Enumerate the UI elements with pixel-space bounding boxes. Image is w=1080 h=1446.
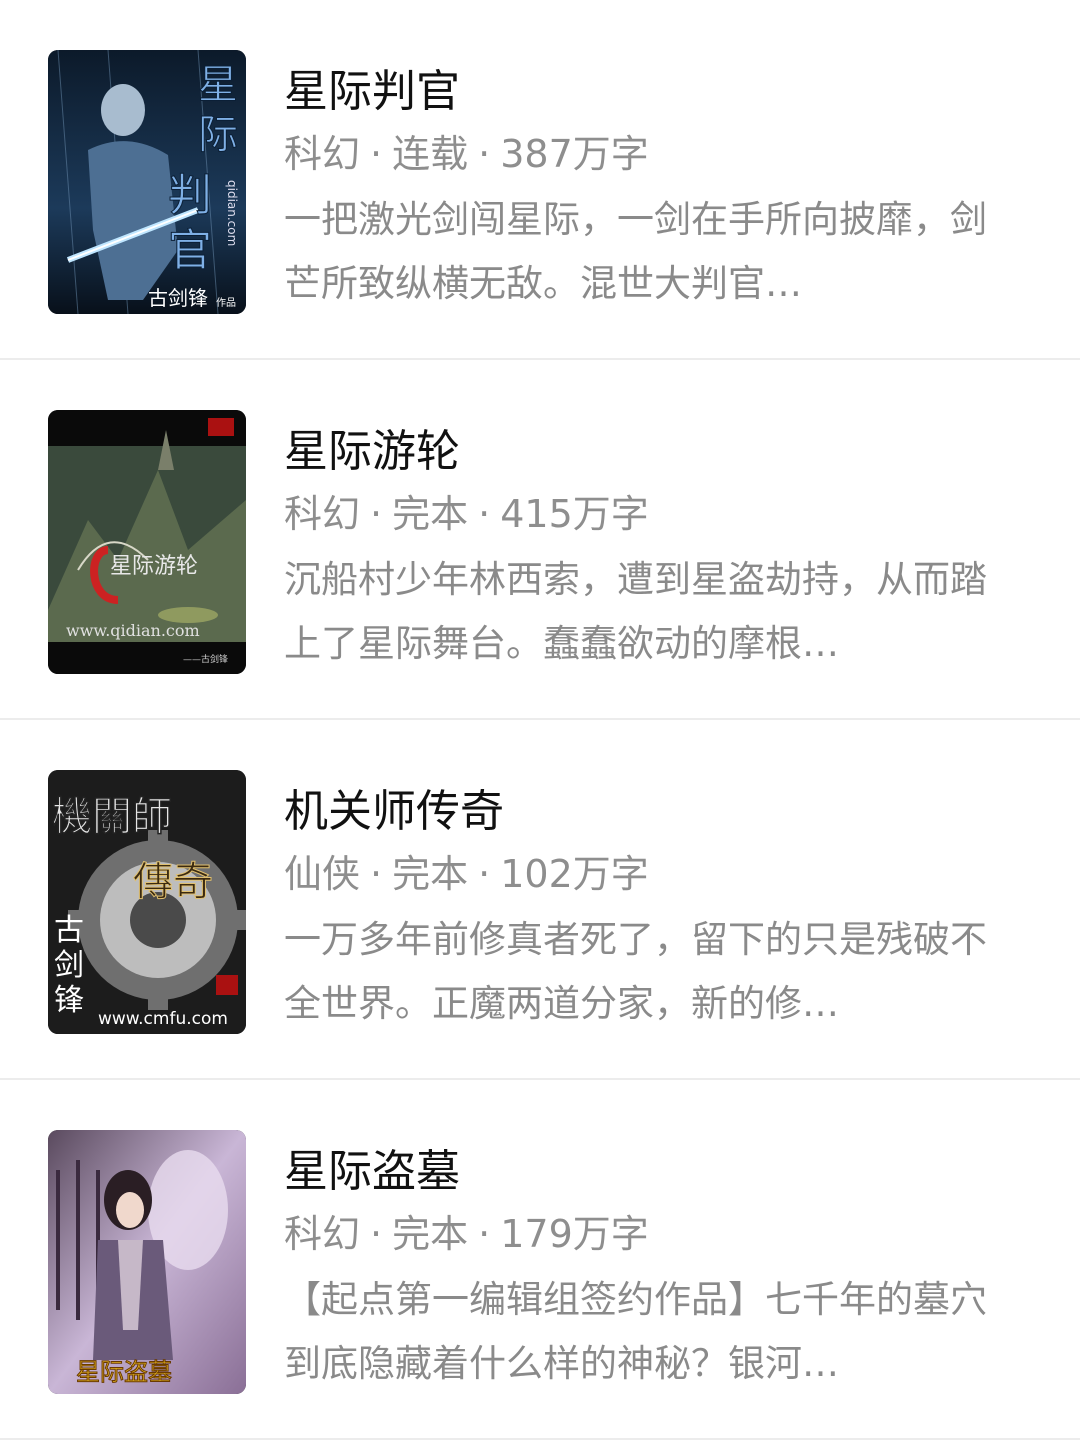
cover-site: qidian.com: [225, 180, 239, 246]
cover-subtitle: 傳奇: [133, 859, 213, 905]
meta-separator: ·: [370, 492, 383, 536]
cover-title-char: 判: [168, 170, 212, 221]
book-meta: 科幻 · 完本 · 179万字: [284, 1206, 1004, 1262]
book-word-count: 102万字: [500, 852, 649, 896]
cover-art-starcruiser: 星际游轮 www.qidian.com ——古剑锋: [48, 410, 246, 674]
book-item[interactable]: 機關師 傳奇 古 剑 锋 www.cmfu.com 机关师传奇 仙侠 · 完本 · 10…: [0, 720, 1080, 1080]
meta-separator: ·: [370, 132, 383, 176]
book-description: 一万多年前修真者死了，留下的只是残破不全世界。正魔两道分家，新的修…: [284, 918, 987, 1025]
book-word-count: 387万字: [500, 132, 649, 176]
cover-title: 星际游轮: [110, 554, 198, 579]
book-word-count: 415万字: [500, 492, 649, 536]
cover-author-char: 剑: [54, 948, 84, 983]
cover-site: www.qidian.com: [66, 621, 200, 640]
cover-title: 機關師: [52, 794, 172, 840]
cover-author-suffix: 作品: [216, 297, 236, 309]
book-cover[interactable]: 星际盗墓: [48, 1130, 246, 1394]
book-meta: 科幻 · 连载 · 387万字: [284, 126, 1004, 182]
book-genre: 科幻: [284, 132, 361, 176]
book-item[interactable]: 星际游轮 www.qidian.com ——古剑锋 星际游轮 科幻 · 完本 · 415…: [0, 360, 1080, 720]
book-word-count: 179万字: [500, 1212, 649, 1256]
book-list: 星 际 判 官 qidian.com 古剑锋 作品 星际判官 科幻 · 连载 · 387…: [0, 0, 1080, 1440]
meta-separator: ·: [478, 132, 491, 176]
cover-title-char: 官: [168, 225, 212, 276]
cover-title: 星际盗墓: [76, 1358, 172, 1386]
book-info: 机关师传奇 仙侠 · 完本 · 102万字 一万多年前修真者死了，留下的只是残破不全世界…: [284, 782, 1004, 1036]
book-info: 星际盗墓 科幻 · 完本 · 179万字 【起点第一编辑组签约作品】七千年的墓穴到底隐藏…: [284, 1142, 1004, 1396]
book-cover[interactable]: 星际游轮 www.qidian.com ——古剑锋: [48, 410, 246, 674]
book-meta: 仙侠 · 完本 · 102万字: [284, 846, 1004, 902]
cover-author: ——古剑锋: [183, 653, 228, 665]
book-title[interactable]: 星际盗墓: [284, 1142, 1004, 1202]
book-title[interactable]: 星际游轮: [284, 422, 1004, 482]
cover-art-mechanist: 機關師 傳奇 古 剑 锋 www.cmfu.com: [48, 770, 246, 1034]
book-description: 【起点第一编辑组签约作品】七千年的墓穴到底隐藏着什么样的神秘？银河…: [284, 1278, 987, 1385]
book-status: 完本: [392, 492, 469, 536]
book-item[interactable]: 星 际 判 官 qidian.com 古剑锋 作品 星际判官 科幻 · 连载 · 387…: [0, 0, 1080, 360]
meta-separator: ·: [370, 852, 383, 896]
book-title[interactable]: 星际判官: [284, 62, 1004, 122]
cover-author-char: 锋: [54, 983, 84, 1018]
book-status: 连载: [392, 132, 469, 176]
book-status: 完本: [392, 852, 469, 896]
cover-author: 古剑锋: [148, 286, 208, 310]
cover-art-starjudge: 星 际 判 官 qidian.com 古剑锋 作品: [48, 50, 246, 314]
book-genre: 科幻: [284, 1212, 361, 1256]
cover-title-char: 星: [198, 62, 238, 108]
meta-separator: ·: [370, 1212, 383, 1256]
book-info: 星际判官 科幻 · 连载 · 387万字 一把激光剑闯星际，一剑在手所向披靡，剑芒所致纵…: [284, 62, 1004, 316]
meta-separator: ·: [478, 1212, 491, 1256]
book-info: 星际游轮 科幻 · 完本 · 415万字 沉船村少年林西索，遭到星盗劫持，从而踏上了星际…: [284, 422, 1004, 676]
book-genre: 科幻: [284, 492, 361, 536]
book-genre: 仙侠: [284, 852, 361, 896]
cover-site: www.cmfu.com: [98, 1009, 228, 1029]
book-description: 沉船村少年林西索，遭到星盗劫持，从而踏上了星际舞台。蠢蠢欲动的摩根…: [284, 558, 987, 665]
meta-separator: ·: [478, 492, 491, 536]
book-title[interactable]: 机关师传奇: [284, 782, 1004, 842]
meta-separator: ·: [478, 852, 491, 896]
book-meta: 科幻 · 完本 · 415万字: [284, 486, 1004, 542]
cover-art-tombraider: 星际盗墓: [48, 1130, 246, 1394]
cover-title-char: 际: [198, 112, 238, 158]
cover-author-char: 古: [54, 913, 84, 948]
book-cover[interactable]: 機關師 傳奇 古 剑 锋 www.cmfu.com: [48, 770, 246, 1034]
book-item[interactable]: 星际盗墓 星际盗墓 科幻 · 完本 · 179万字 【起点第一编辑组签约作品】七千年的墓…: [0, 1080, 1080, 1440]
book-description: 一把激光剑闯星际，一剑在手所向披靡，剑芒所致纵横无敌。混世大判官…: [284, 198, 987, 305]
book-status: 完本: [392, 1212, 469, 1256]
book-cover[interactable]: 星 际 判 官 qidian.com 古剑锋 作品: [48, 50, 246, 314]
